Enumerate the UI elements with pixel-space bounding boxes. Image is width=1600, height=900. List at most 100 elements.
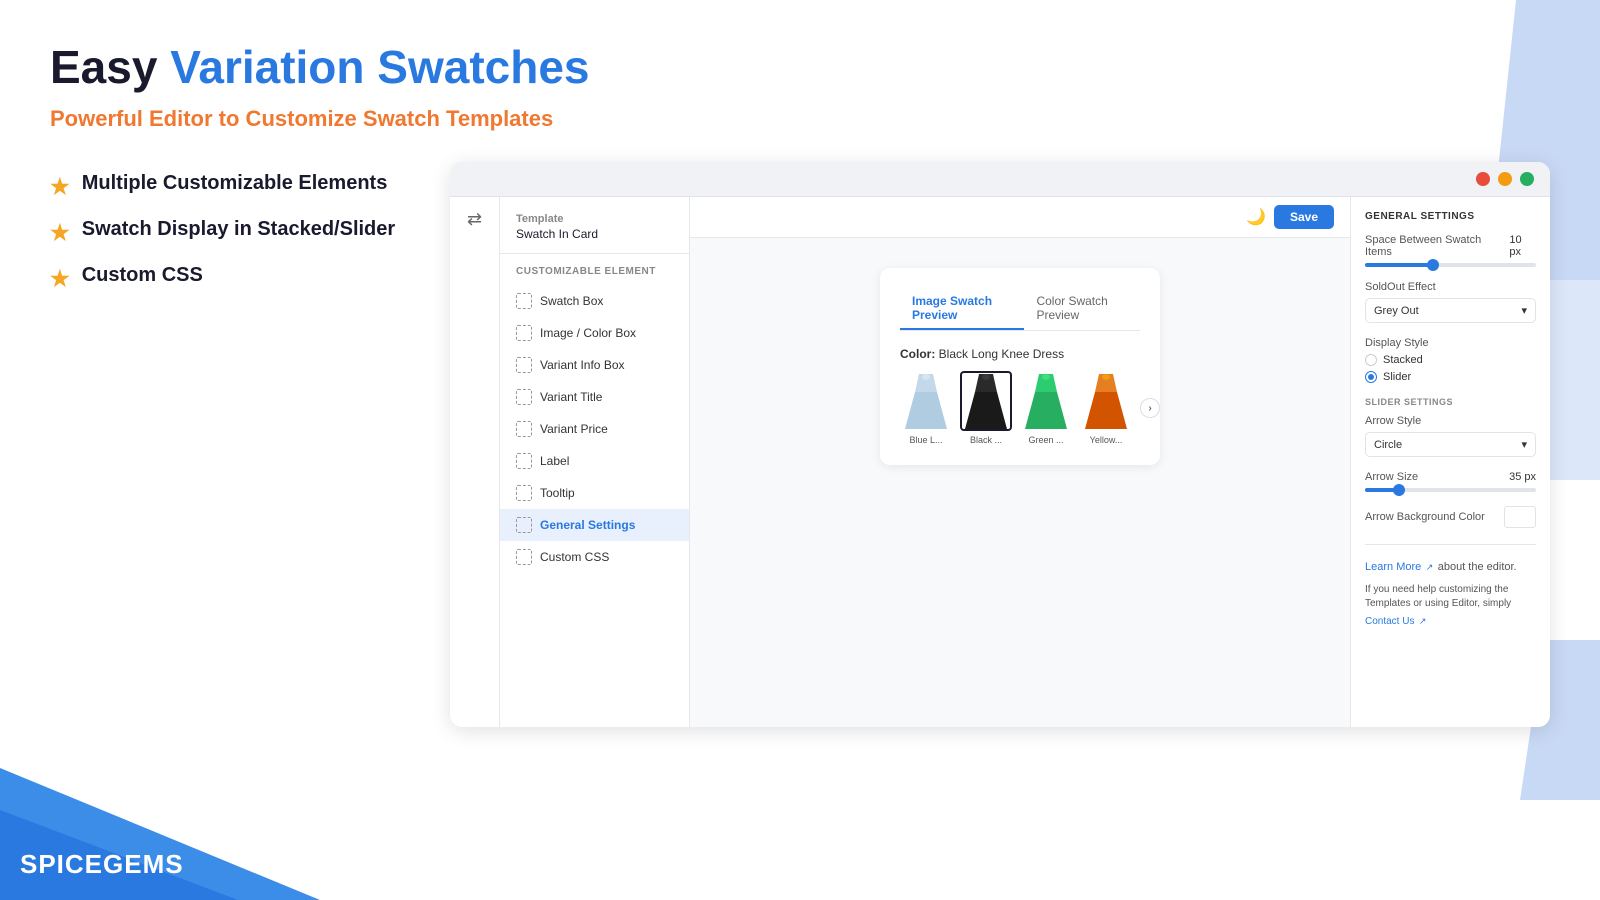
slider-section-label: SLIDER SETTINGS (1365, 397, 1536, 407)
page-subtitle: Powerful Editor to Customize Swatch Temp… (50, 106, 1550, 132)
external-link-icon: ↗ (1426, 562, 1434, 572)
window-dot-red (1476, 172, 1490, 186)
arrow-style-label: Arrow Style (1365, 415, 1536, 427)
preview-tabs: Image Swatch Preview Color Swatch Previe… (900, 288, 1140, 331)
swatch-img-green (1020, 371, 1072, 431)
window-dot-yellow (1498, 172, 1512, 186)
star-icon-1: ★ (50, 174, 70, 200)
radio-stacked[interactable]: Stacked (1365, 354, 1536, 366)
nav-item-label[interactable]: Label (500, 445, 689, 477)
radio-inner-slider (1368, 374, 1374, 380)
nav-icon-variant-info-box (516, 357, 532, 373)
arrow-style-select[interactable]: Circle ▾ (1365, 432, 1536, 457)
editor-topbar: 🌙 Save (690, 197, 1350, 238)
setting-space-between: Space Between Swatch Items 10 px (1365, 234, 1536, 267)
display-style-label: Display Style (1365, 337, 1536, 349)
nav-item-variant-title[interactable]: Variant Title (500, 381, 689, 413)
nav-icon-tooltip (516, 485, 532, 501)
space-slider-track[interactable] (1365, 263, 1536, 267)
nav-icon-swatch-box (516, 293, 532, 309)
star-icon-2: ★ (50, 220, 70, 246)
window-dot-green (1520, 172, 1534, 186)
swatch-img-black (960, 371, 1012, 431)
learn-more-section: Learn More ↗ about the editor. If you ne… (1365, 544, 1536, 629)
editor-window: ⇄ Template Swatch In Card CUSTOMIZABLE E… (450, 162, 1550, 727)
nav-icon-custom-css (516, 549, 532, 565)
swatch-label-black: Black ... (970, 435, 1002, 445)
swatch-label-blue: Blue L... (909, 435, 942, 445)
arrow-style-chevron-icon: ▾ (1521, 438, 1527, 451)
feature-item-2: ★ Swatch Display in Stacked/Slider (50, 218, 410, 246)
swatch-next-arrow[interactable]: › (1140, 398, 1160, 418)
display-style-radio-group: Stacked Slider (1365, 354, 1536, 383)
page-title: Easy Variation Swatches (50, 40, 1550, 94)
radio-slider[interactable]: Slider (1365, 371, 1536, 383)
swatch-item-yellow[interactable]: Yellow... (1080, 371, 1132, 445)
save-button[interactable]: Save (1274, 205, 1334, 229)
contact-us-link[interactable]: Contact Us (1365, 616, 1414, 627)
arrow-size-slider-thumb[interactable] (1393, 484, 1405, 496)
brand-badge: SPICEGEMS (20, 849, 184, 880)
tab-color-swatch[interactable]: Color Swatch Preview (1024, 288, 1140, 330)
chevron-down-icon: ▾ (1521, 304, 1527, 317)
setting-display-style: Display Style Stacked (1365, 337, 1536, 383)
color-label: Color: Black Long Knee Dress (900, 347, 1140, 361)
help-text: If you need help customizing the Templat… (1365, 583, 1536, 611)
feature-item-3: ★ Custom CSS (50, 264, 410, 292)
setting-space-label: Space Between Swatch Items 10 px (1365, 234, 1536, 258)
swatch-label-green: Green ... (1028, 435, 1063, 445)
nav-icon-image-color-box (516, 325, 532, 341)
nav-item-swatch-box[interactable]: Swatch Box (500, 285, 689, 317)
swatch-item-black[interactable]: Black ... (960, 371, 1012, 445)
left-nav: Template Swatch In Card CUSTOMIZABLE ELE… (500, 197, 690, 727)
swatch-item-blue[interactable]: Blue L... (900, 371, 952, 445)
arrow-size-slider-track[interactable] (1365, 488, 1536, 492)
settings-title: GENERAL SETTINGS (1365, 211, 1536, 222)
arrow-size-label: Arrow Size 35 px (1365, 471, 1536, 483)
theme-toggle-icon[interactable]: 🌙 (1246, 207, 1266, 227)
learn-more-suffix: about the editor. (1438, 561, 1517, 573)
feature-item-1: ★ Multiple Customizable Elements (50, 172, 410, 200)
nav-item-general-settings[interactable]: General Settings (500, 509, 689, 541)
nav-item-image-color-box[interactable]: Image / Color Box (500, 317, 689, 349)
setting-arrow-style: Arrow Style Circle ▾ (1365, 415, 1536, 457)
arrow-bg-color-swatch[interactable] (1504, 506, 1536, 528)
nav-item-custom-css[interactable]: Custom CSS (500, 541, 689, 573)
space-slider-thumb[interactable] (1427, 259, 1439, 271)
nav-item-tooltip[interactable]: Tooltip (500, 477, 689, 509)
swatch-img-yellow (1080, 371, 1132, 431)
sidebar-toggle-icon[interactable]: ⇄ (467, 209, 482, 230)
arrow-size-value: 35 px (1509, 471, 1536, 483)
window-titlebar (450, 162, 1550, 197)
star-icon-3: ★ (50, 266, 70, 292)
features-section: ★ Multiple Customizable Elements ★ Swatc… (50, 162, 410, 312)
nav-item-variant-price[interactable]: Variant Price (500, 413, 689, 445)
contact-external-link-icon: ↗ (1419, 616, 1427, 626)
nav-icon-variant-price (516, 421, 532, 437)
tab-image-swatch[interactable]: Image Swatch Preview (900, 288, 1024, 330)
template-section: Template Swatch In Card (500, 213, 689, 254)
customizable-label: CUSTOMIZABLE ELEMENT (500, 266, 689, 277)
nav-item-variant-info-box[interactable]: Variant Info Box (500, 349, 689, 381)
learn-more-text: Learn More ↗ about the editor. (1365, 557, 1536, 575)
editor-body: ⇄ Template Swatch In Card CUSTOMIZABLE E… (450, 197, 1550, 727)
editor-main: 🌙 Save Image Swatch Preview Color Swatch… (690, 197, 1350, 727)
swatch-grid: Blue L... (900, 371, 1140, 445)
features-list: ★ Multiple Customizable Elements ★ Swatc… (50, 172, 410, 292)
settings-panel: GENERAL SETTINGS Space Between Swatch It… (1350, 197, 1550, 727)
brand-name: SPICEGEMS (20, 849, 184, 879)
space-value: 10 px (1509, 234, 1536, 258)
learn-more-link[interactable]: Learn More (1365, 561, 1421, 573)
sidebar-icons: ⇄ (450, 197, 500, 727)
nav-icon-label (516, 453, 532, 469)
radio-circle-stacked (1365, 354, 1377, 366)
arrow-bg-color-label: Arrow Background Color (1365, 511, 1485, 523)
soldout-select[interactable]: Grey Out ▾ (1365, 298, 1536, 323)
nav-icon-variant-title (516, 389, 532, 405)
swatch-label-yellow: Yellow... (1090, 435, 1123, 445)
editor-window-container: ⇄ Template Swatch In Card CUSTOMIZABLE E… (450, 162, 1550, 727)
topbar-right: 🌙 Save (1246, 205, 1334, 229)
preview-card: Image Swatch Preview Color Swatch Previe… (880, 268, 1160, 465)
swatch-item-green[interactable]: Green ... (1020, 371, 1072, 445)
template-label: Template (516, 213, 673, 225)
